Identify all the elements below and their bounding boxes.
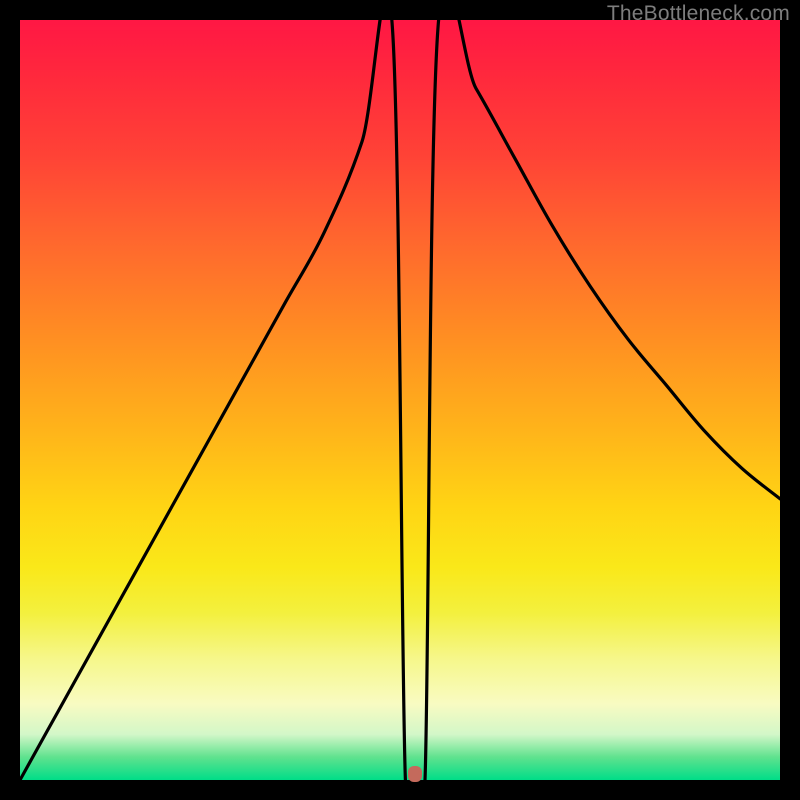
chart-frame: TheBottleneck.com [0, 0, 800, 800]
curve-path [20, 20, 780, 780]
gradient-plot-area [20, 20, 780, 780]
minimum-marker [408, 766, 422, 782]
watermark-text: TheBottleneck.com [607, 2, 790, 26]
bottleneck-curve [20, 20, 780, 780]
